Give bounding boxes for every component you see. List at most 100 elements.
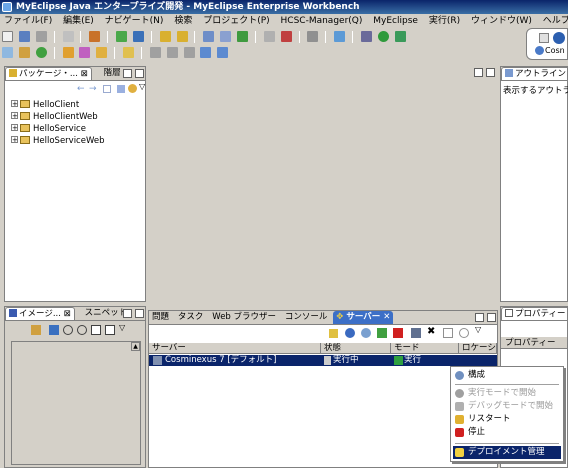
expand-icon[interactable]: +: [11, 100, 18, 108]
open-folder-icon[interactable]: [62, 47, 74, 58]
last-edit-location-icon[interactable]: [183, 47, 195, 58]
column-header-location[interactable]: ロケーショ: [459, 343, 497, 354]
new-class-icon[interactable]: [203, 31, 215, 42]
menu-search[interactable]: 検索: [170, 14, 196, 28]
up-folder-icon[interactable]: [103, 85, 111, 93]
tree-item-helloclient[interactable]: + HelloClient: [11, 100, 79, 111]
actual-size-icon[interactable]: [105, 325, 115, 335]
open-perspective-icon[interactable]: [539, 33, 549, 43]
toggle-breakpoint-icon[interactable]: [280, 31, 292, 42]
external-tools-icon[interactable]: [334, 31, 346, 42]
maximize-icon[interactable]: [135, 69, 144, 78]
run-external-icon[interactable]: [394, 31, 406, 42]
fit-icon[interactable]: [91, 325, 101, 335]
new-web-project-icon[interactable]: [2, 47, 13, 58]
new-ejb-icon[interactable]: [18, 47, 30, 58]
menu-file[interactable]: ファイル(F): [0, 14, 56, 28]
zoom-in-icon[interactable]: [77, 325, 87, 335]
tree-item-helloclientweb[interactable]: + HelloClientWeb: [11, 112, 98, 123]
load-image-icon[interactable]: [31, 325, 41, 335]
save-icon[interactable]: [18, 31, 30, 42]
minimize-icon[interactable]: [475, 313, 484, 322]
menu-item-configure[interactable]: 構成: [453, 369, 561, 382]
new-file-icon[interactable]: [2, 31, 13, 42]
debug-icon[interactable]: [360, 31, 372, 42]
menu-item-manage-deployments[interactable]: デプロイメント管理: [453, 446, 561, 459]
collapse-all-icon[interactable]: [117, 85, 125, 93]
tab-tasks[interactable]: タスク: [175, 311, 207, 324]
new-package-icon[interactable]: [176, 31, 188, 42]
tab-package-explorer[interactable]: パッケージ・... ⊠: [5, 67, 92, 80]
myeclipse-perspective-icon[interactable]: [553, 32, 565, 44]
view-menu-icon[interactable]: ▽: [475, 325, 481, 334]
open-type-icon[interactable]: [237, 31, 248, 42]
menu-item-start-run[interactable]: 実行モードで開始: [453, 387, 561, 400]
close-icon[interactable]: ✕: [383, 312, 390, 322]
back-icon[interactable]: [200, 47, 212, 58]
tab-outline[interactable]: アウトライン ⊠: [501, 67, 567, 80]
menu-project[interactable]: プロジェクト(P): [199, 14, 273, 28]
console-icon[interactable]: [307, 31, 319, 42]
run-server-icon[interactable]: [132, 31, 144, 42]
settings-icon[interactable]: [329, 329, 338, 338]
menu-item-restart[interactable]: リスタート: [453, 413, 561, 426]
new-java-project-icon[interactable]: [159, 31, 171, 42]
minimize-icon[interactable]: [123, 309, 132, 318]
menu-edit[interactable]: 編集(E): [59, 14, 98, 28]
tab-servers[interactable]: ✥ サーバー ✕: [333, 311, 394, 324]
forward-icon[interactable]: [217, 47, 229, 58]
menu-help[interactable]: ヘルプ(H): [539, 14, 568, 28]
view-menu-icon[interactable]: ▽: [139, 82, 145, 91]
maximize-icon[interactable]: [487, 313, 496, 322]
open-task-icon[interactable]: [96, 47, 108, 58]
deploy-project-icon[interactable]: [89, 31, 101, 42]
menu-myeclipse[interactable]: MyEclipse: [369, 14, 422, 28]
menu-navigate[interactable]: ナビゲート(N): [101, 14, 168, 28]
start-server-icon[interactable]: [361, 328, 371, 338]
expand-icon[interactable]: +: [11, 124, 18, 132]
tab-hierarchy[interactable]: 階層: [101, 67, 124, 80]
column-header-mode[interactable]: モード: [391, 343, 459, 354]
link-with-editor-icon[interactable]: [128, 84, 137, 93]
tab-web-browser[interactable]: Web ブラウザー: [209, 311, 279, 324]
tree-item-helloserviceweb[interactable]: + HelloServiceWeb: [11, 136, 105, 147]
publish-icon[interactable]: [411, 328, 421, 338]
column-header-server[interactable]: サーバー: [149, 343, 321, 354]
pencil-icon[interactable]: [79, 47, 91, 58]
close-icon[interactable]: ⊠: [81, 69, 88, 79]
disconnect-icon[interactable]: [443, 328, 453, 338]
properties-column-header[interactable]: プロパティー: [501, 337, 567, 349]
new-web-service-icon[interactable]: [35, 47, 47, 58]
expand-icon[interactable]: +: [11, 136, 18, 144]
tab-problems[interactable]: 問題: [149, 311, 172, 324]
image-icon[interactable]: [49, 325, 59, 335]
stop-server-icon[interactable]: [393, 328, 403, 338]
terminal-icon[interactable]: [62, 31, 74, 42]
perspective-label[interactable]: Cosn: [545, 46, 565, 55]
scroll-up-icon[interactable]: ▲: [131, 342, 140, 351]
menu-hcsc-manager[interactable]: HCSC-Manager(Q): [277, 14, 367, 28]
table-row[interactable]: Cosminexus 7 [デフォルト] 実行中 実行: [149, 355, 497, 366]
expand-icon[interactable]: +: [11, 112, 18, 120]
menu-run[interactable]: 実行(R): [425, 14, 464, 28]
tree-item-helloservice[interactable]: + HelloService: [11, 124, 86, 135]
menu-item-start-debug[interactable]: デバッグモードで開始: [453, 400, 561, 413]
search-icon[interactable]: [123, 47, 134, 58]
tab-console[interactable]: コンソール: [282, 311, 331, 324]
manage-deployments-icon[interactable]: [116, 31, 127, 42]
perspective-switcher[interactable]: Cosn: [526, 28, 568, 60]
minimize-icon[interactable]: [123, 69, 132, 78]
run-icon[interactable]: [377, 31, 389, 42]
tab-properties[interactable]: プロパティー ⊠: [501, 307, 567, 320]
view-menu-icon[interactable]: ▽: [119, 323, 125, 332]
open-perspective-tool-icon[interactable]: [263, 31, 275, 42]
print-icon[interactable]: [35, 31, 47, 42]
previous-annotation-icon[interactable]: [166, 47, 178, 58]
profile-server-icon[interactable]: [377, 328, 387, 338]
debug-server-icon[interactable]: [345, 328, 355, 338]
tab-image-view[interactable]: イメージ... ⊠: [5, 307, 75, 320]
zoom-out-icon[interactable]: [63, 325, 73, 335]
maximize-icon[interactable]: [486, 68, 495, 77]
next-annotation-icon[interactable]: [149, 47, 161, 58]
forward-arrow-icon[interactable]: →: [89, 84, 97, 94]
